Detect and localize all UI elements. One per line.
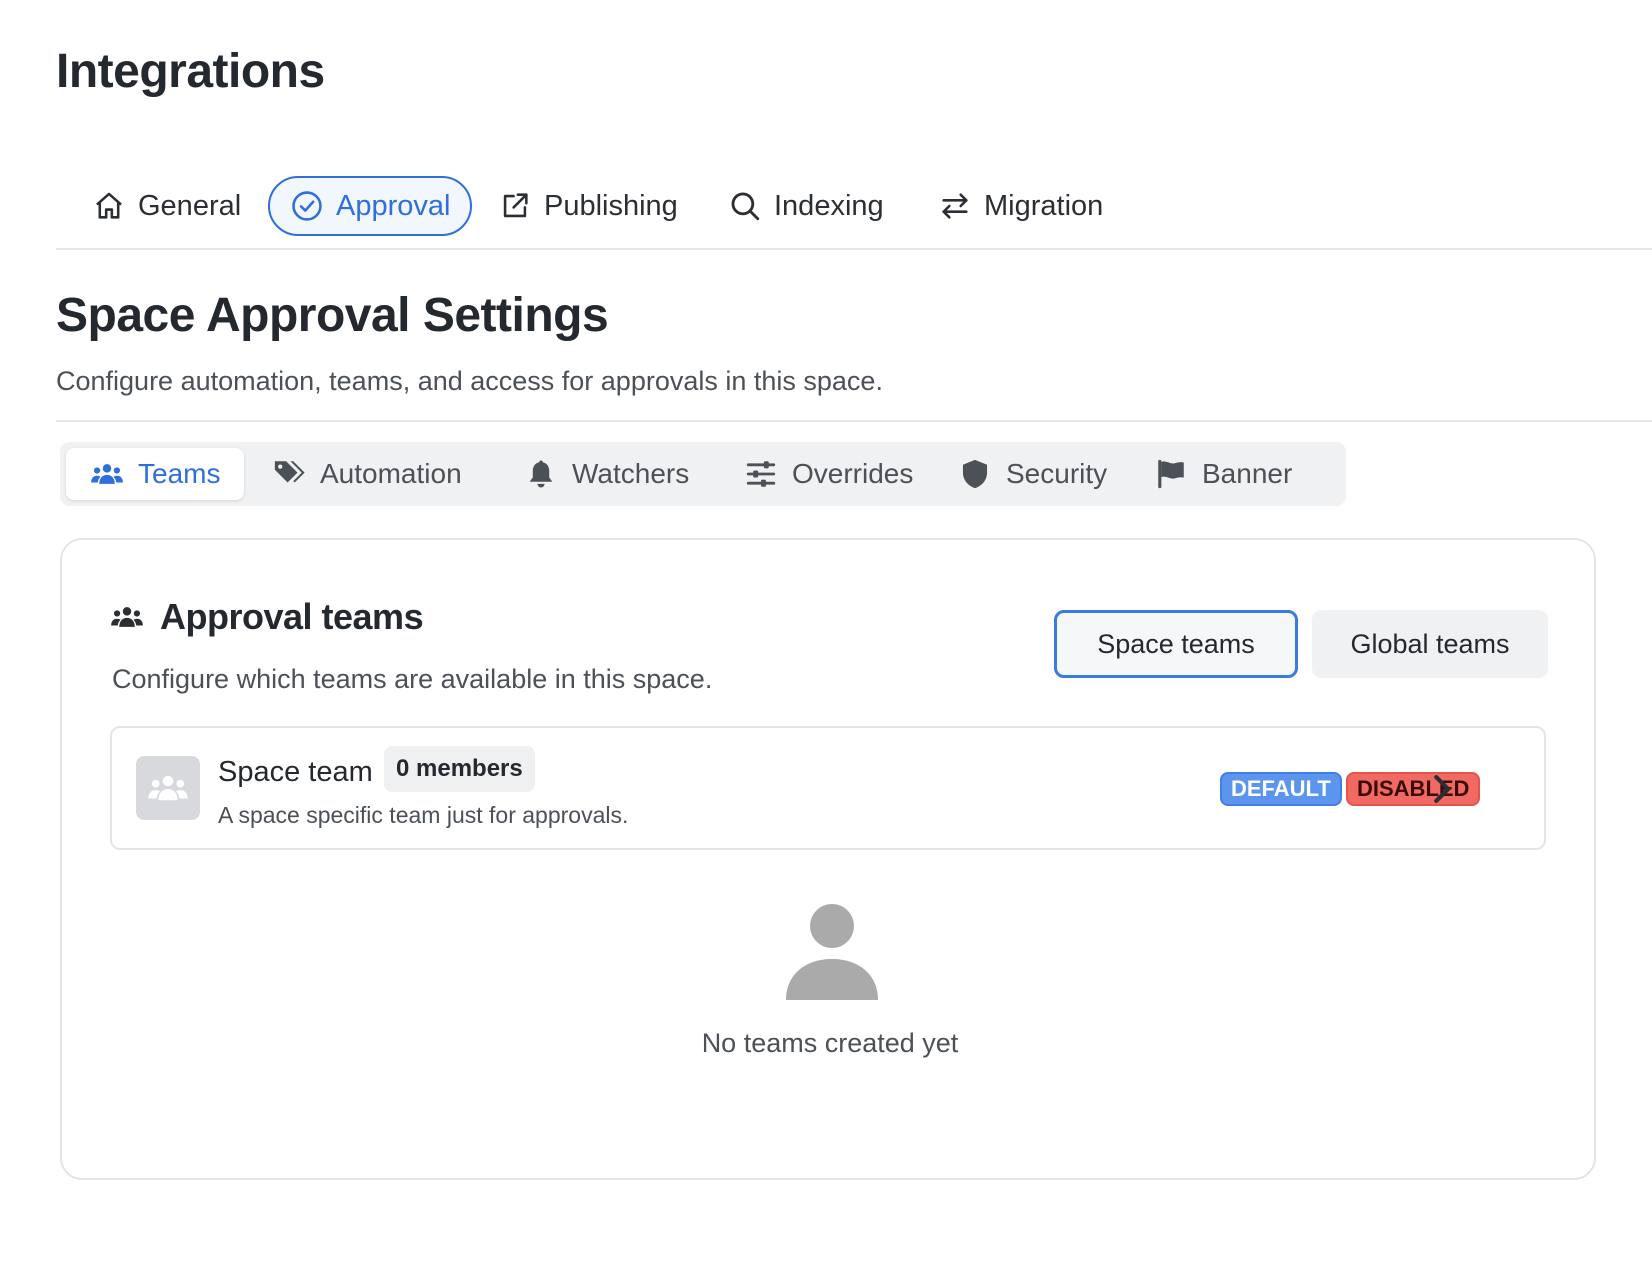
team-description: A space specific team just for approvals… [218, 802, 629, 828]
share-icon [503, 193, 528, 218]
section-description: Configure automation, teams, and access … [56, 366, 883, 396]
tab-migration-label: Migration [984, 189, 1104, 222]
team-avatar [136, 756, 200, 820]
check-circle-icon [292, 191, 322, 221]
subtab-security-label: Security [1006, 458, 1108, 489]
subtab-watchers-label: Watchers [572, 458, 690, 489]
approval-teams-card: Approval teams Configure which teams are… [60, 538, 1596, 1180]
tags-icon [274, 461, 305, 483]
chevron-right-icon[interactable] [1422, 770, 1460, 808]
team-name: Space team [218, 756, 373, 788]
team-row[interactable]: Space team 0 members A space specific te… [110, 726, 1546, 850]
arrows-swap-icon [942, 193, 968, 219]
member-count-badge: 0 members [384, 746, 535, 792]
subtab-overrides[interactable]: Overrides [744, 448, 913, 500]
card-title-text: Approval teams [160, 596, 424, 637]
subtab-automation-label: Automation [320, 458, 462, 489]
section-title: Space Approval Settings [56, 289, 609, 342]
tab-indexing[interactable]: Indexing [728, 176, 884, 236]
sliders-icon [746, 461, 776, 487]
subtab-overrides-label: Overrides [792, 458, 914, 489]
tab-migration[interactable]: Migration [938, 176, 1103, 236]
team-group-icon [148, 775, 188, 801]
card-title: Approval teams [110, 596, 424, 638]
user-placeholder-icon [786, 904, 878, 1000]
card-description: Configure which teams are available in t… [112, 664, 713, 694]
tab-publishing[interactable]: Publishing [498, 176, 678, 236]
page-title: Integrations [56, 45, 325, 98]
sub-tabs: Teams Automation Watchers Overrides Secu… [60, 442, 1346, 506]
empty-state-text: No teams created yet [701, 1028, 959, 1058]
subtab-teams[interactable]: Teams [66, 448, 245, 500]
bell-icon [529, 460, 553, 488]
page: Integrations General Approval Publishing [0, 0, 1652, 1268]
users-icon [91, 464, 123, 484]
global-teams-button[interactable]: Global teams [1312, 610, 1548, 678]
tab-indexing-label: Indexing [774, 189, 884, 222]
flag-icon [1158, 459, 1184, 489]
space-teams-button[interactable]: Space teams [1054, 610, 1298, 678]
search-icon [731, 192, 760, 221]
tab-general-label: General [138, 189, 242, 222]
tab-publishing-label: Publishing [544, 189, 678, 222]
default-badge: DEFAULT [1220, 772, 1342, 806]
shield-icon [962, 459, 988, 489]
tab-general[interactable]: General [92, 176, 241, 236]
subtab-automation[interactable]: Automation [272, 448, 462, 500]
home-icon [96, 192, 122, 219]
subtab-banner[interactable]: Banner [1154, 448, 1292, 500]
subtab-watchers[interactable]: Watchers [524, 448, 689, 500]
subtab-security[interactable]: Security [958, 448, 1107, 500]
section-divider [56, 420, 1652, 422]
tab-approval[interactable]: Approval [268, 176, 473, 236]
users-icon [111, 607, 143, 627]
disabled-badge: DISABLED [1346, 772, 1481, 806]
tab-approval-label: Approval [336, 189, 451, 222]
subtab-teams-label: Teams [138, 458, 221, 489]
top-nav: General Approval Publishing Indexing Mig… [56, 174, 1652, 250]
subtab-banner-label: Banner [1202, 458, 1293, 489]
